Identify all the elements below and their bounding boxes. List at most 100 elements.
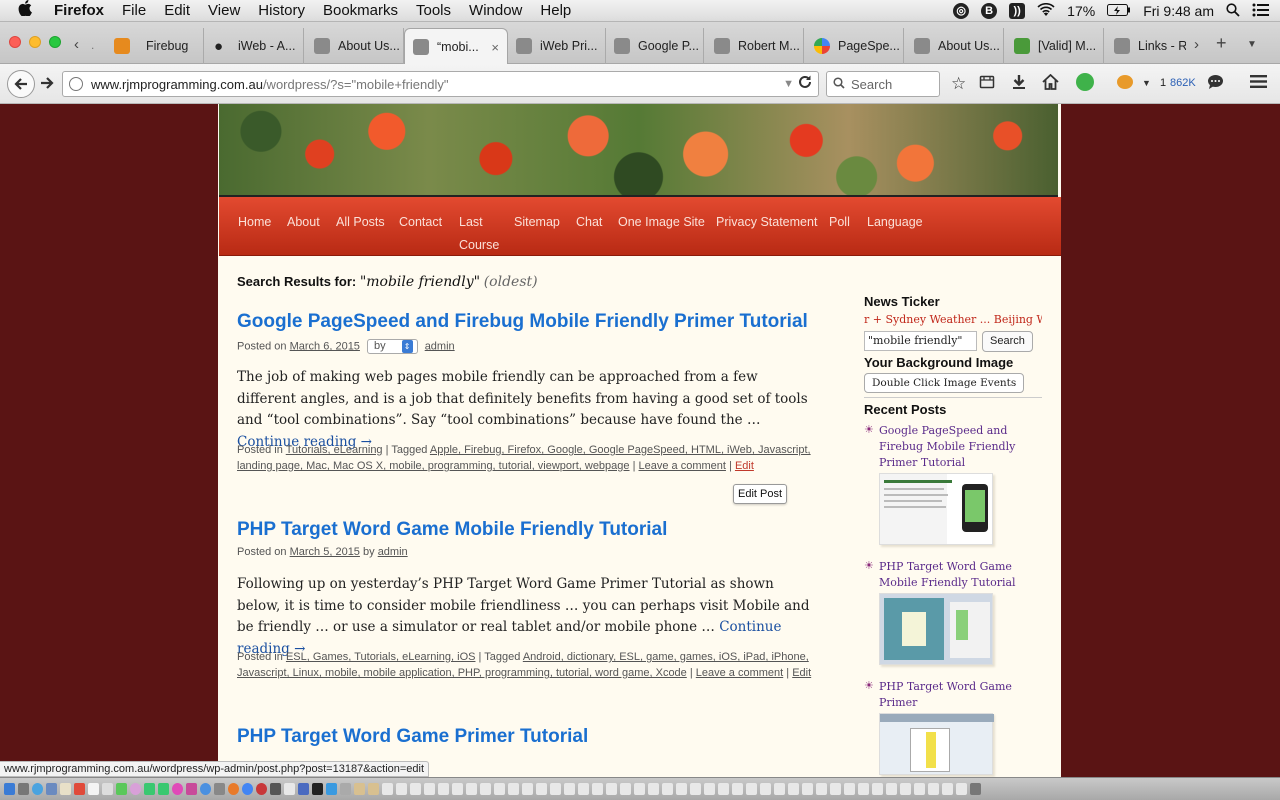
nav-about[interactable]: About xyxy=(287,215,320,229)
menu-help[interactable]: Help xyxy=(540,2,571,19)
maps-icon[interactable] xyxy=(116,783,127,795)
sidebar-search-button[interactable]: Search xyxy=(982,331,1033,352)
tray-b-icon[interactable]: B xyxy=(981,3,998,19)
document-icon[interactable] xyxy=(732,783,743,795)
document-icon[interactable] xyxy=(816,783,827,795)
tab-google-pagespeed[interactable]: Google P... xyxy=(606,28,704,64)
minimize-window-button[interactable] xyxy=(29,36,41,48)
recent-post-thumbnail[interactable] xyxy=(879,593,993,665)
news-ticker[interactable]: r + Sydney Weather ... Beijing Weath xyxy=(864,313,1042,326)
xcode-icon[interactable] xyxy=(298,783,309,795)
post-title-3[interactable]: PHP Target Word Game Primer Tutorial xyxy=(237,726,588,748)
author-link[interactable]: admin xyxy=(378,546,408,558)
recent-post-link[interactable]: PHP Target Word Game Mobile Friendly Tut… xyxy=(879,559,1039,591)
opera-icon[interactable] xyxy=(256,783,267,795)
document-icon[interactable] xyxy=(802,783,813,795)
menu-view[interactable]: View xyxy=(208,2,240,19)
document-icon[interactable] xyxy=(858,783,869,795)
leave-comment-link[interactable]: Leave a comment xyxy=(696,667,783,679)
post-categories[interactable]: Tutorials, eLearning xyxy=(286,444,383,456)
notes-icon[interactable] xyxy=(88,783,99,795)
tab-search-results-active[interactable]: “mobi... × xyxy=(404,28,508,65)
launchpad-icon[interactable] xyxy=(18,783,29,795)
tab-about-us[interactable]: About Us... xyxy=(306,28,404,64)
reload-icon[interactable] xyxy=(798,75,812,93)
mail-icon[interactable] xyxy=(46,783,57,795)
post-categories[interactable]: ESL, Games, Tutorials, eLearning, iOS xyxy=(286,651,476,663)
tab-firebug[interactable]: Firebug xyxy=(106,28,204,64)
notification-center-icon[interactable] xyxy=(1252,3,1270,20)
tabs-scroll-left-icon[interactable]: ‹ xyxy=(74,36,79,53)
sort-order-link[interactable]: (oldest) xyxy=(484,274,538,290)
nav-poll[interactable]: Poll xyxy=(829,215,850,229)
document-icon[interactable] xyxy=(480,783,491,795)
document-icon[interactable] xyxy=(522,783,533,795)
recent-post-link[interactable]: Google PageSpeed and Firebug Mobile Frie… xyxy=(879,423,1039,471)
tab-about-us-2[interactable]: About Us... xyxy=(906,28,1004,64)
tab-pagespeed[interactable]: PageSpe... xyxy=(806,28,904,64)
double-click-image-events-button[interactable]: Double Click Image Events xyxy=(864,373,1025,393)
author-link[interactable]: admin xyxy=(425,340,455,352)
list-all-tabs-icon[interactable]: ▼ xyxy=(1247,39,1257,50)
messages-icon[interactable] xyxy=(144,783,155,795)
tab-valid[interactable]: [Valid] M... xyxy=(1006,28,1104,64)
open-menu-icon[interactable] xyxy=(1250,74,1267,94)
menu-window[interactable]: Window xyxy=(469,2,522,19)
facetime-icon[interactable] xyxy=(158,783,169,795)
tab-iweb[interactable]: ● iWeb - A... xyxy=(206,28,304,64)
reminders-icon[interactable] xyxy=(102,783,113,795)
post-title-2[interactable]: PHP Target Word Game Mobile Friendly Tut… xyxy=(237,519,667,541)
ibooks-icon[interactable] xyxy=(186,783,197,795)
itunes-icon[interactable] xyxy=(172,783,183,795)
tab-iweb-primer[interactable]: iWeb Pri... xyxy=(508,28,606,64)
folder-icon[interactable] xyxy=(368,783,379,795)
tray-app-icon[interactable]: ◎ xyxy=(953,3,970,19)
document-icon[interactable] xyxy=(620,783,631,795)
photos-icon[interactable] xyxy=(130,783,141,795)
nav-privacy-statement[interactable]: Privacy Statement xyxy=(716,215,817,229)
document-icon[interactable] xyxy=(704,783,715,795)
document-icon[interactable] xyxy=(466,783,477,795)
document-icon[interactable] xyxy=(382,783,393,795)
filezilla-icon[interactable] xyxy=(312,783,323,795)
clock[interactable]: Fri 9:48 am xyxy=(1143,3,1214,19)
document-icon[interactable] xyxy=(508,783,519,795)
document-icon[interactable] xyxy=(578,783,589,795)
terminal-icon[interactable] xyxy=(270,783,281,795)
document-icon[interactable] xyxy=(872,783,883,795)
battery-icon[interactable] xyxy=(1107,3,1131,19)
document-icon[interactable] xyxy=(564,783,575,795)
document-icon[interactable] xyxy=(788,783,799,795)
safari-icon[interactable] xyxy=(32,783,43,795)
document-icon[interactable] xyxy=(592,783,603,795)
post-date-link[interactable]: March 5, 2015 xyxy=(290,546,360,558)
document-icon[interactable] xyxy=(452,783,463,795)
document-icon[interactable] xyxy=(662,783,673,795)
menu-edit[interactable]: Edit xyxy=(164,2,190,19)
menu-tools[interactable]: Tools xyxy=(416,2,451,19)
system-preferences-icon[interactable] xyxy=(214,783,225,795)
document-icon[interactable] xyxy=(494,783,505,795)
close-tab-icon[interactable]: × xyxy=(491,40,499,55)
contacts-icon[interactable] xyxy=(60,783,71,795)
document-icon[interactable] xyxy=(830,783,841,795)
wifi-icon[interactable] xyxy=(1037,2,1055,20)
document-icon[interactable] xyxy=(690,783,701,795)
textedit-icon[interactable] xyxy=(284,783,295,795)
trash-icon[interactable] xyxy=(970,783,981,795)
document-icon[interactable] xyxy=(634,783,645,795)
back-button[interactable] xyxy=(7,70,35,98)
menu-history[interactable]: History xyxy=(258,2,305,19)
folder-icon[interactable] xyxy=(354,783,365,795)
zoom-window-button[interactable] xyxy=(49,36,61,48)
sidebar-search-input[interactable]: "mobile friendly" xyxy=(864,331,977,351)
search-input[interactable]: Search xyxy=(826,71,940,97)
bookmark-star-icon[interactable]: ☆ xyxy=(951,74,966,94)
close-window-button[interactable] xyxy=(9,36,21,48)
document-icon[interactable] xyxy=(886,783,897,795)
nav-last-course-line2[interactable]: Course xyxy=(459,238,499,252)
firebug-menu-chevron-icon[interactable]: ▼ xyxy=(1142,78,1151,88)
recent-post-thumbnail[interactable] xyxy=(879,473,993,545)
spotlight-icon[interactable] xyxy=(1226,2,1240,20)
document-icon[interactable] xyxy=(396,783,407,795)
